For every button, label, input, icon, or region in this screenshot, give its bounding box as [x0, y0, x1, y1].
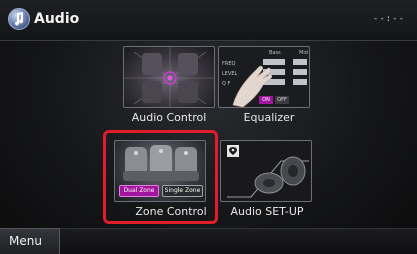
header-divider [0, 40, 417, 41]
audio-setup-button[interactable] [220, 140, 312, 202]
equalizer-button[interactable]: Bass Mid FREQ LEVEL Q F ON OFF [218, 46, 310, 108]
audio-setup-label: Audio SET-UP [230, 205, 304, 218]
speaker-setup-graphic [227, 145, 309, 198]
car-seats-graphic [124, 47, 214, 107]
clock-display: --:-- [372, 14, 405, 24]
selection-highlight [103, 130, 218, 224]
audio-control-button[interactable] [123, 46, 215, 108]
page-title: Audio [34, 11, 80, 27]
eq-on-toggle: ON [259, 96, 273, 104]
footer-bar [0, 228, 417, 254]
menu-button[interactable]: Menu [0, 228, 60, 254]
menu-label: Menu [9, 234, 42, 248]
eq-off-toggle: OFF [275, 96, 289, 104]
audio-screen: Audio --:-- Audio Control Bass Mid FREQ … [0, 0, 417, 254]
equalizer-label: Equalizer [243, 111, 295, 124]
audio-note-icon [8, 8, 30, 30]
header-bar: Audio --:-- [0, 0, 417, 40]
